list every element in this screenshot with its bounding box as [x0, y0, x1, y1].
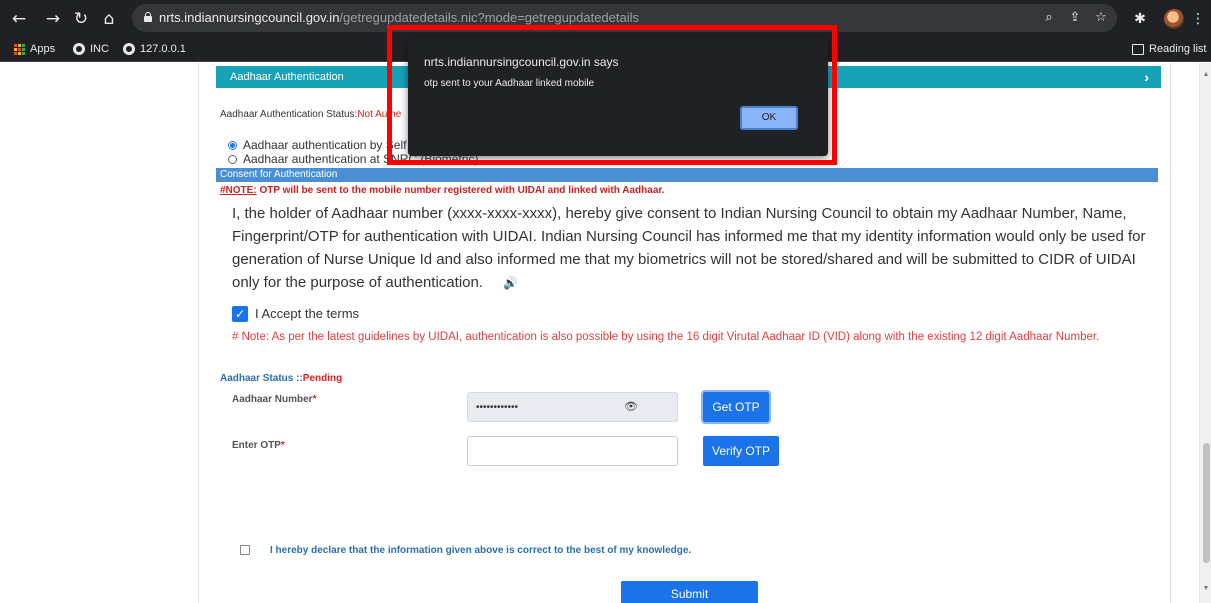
- otp-note: #NOTE: OTP will be sent to the mobile nu…: [220, 185, 665, 196]
- required-mark: *: [312, 394, 317, 405]
- aadhaar-number-input[interactable]: •••••••••••• 👁: [467, 392, 678, 422]
- reload-icon[interactable]: ↻: [70, 8, 92, 30]
- aadhaar-status-value: Pending: [302, 373, 343, 384]
- accept-terms-checkbox[interactable]: ✓: [232, 306, 248, 322]
- aadhaar-status: Aadhaar Status ::Pending: [220, 373, 342, 384]
- highlight-annotation-box: [387, 25, 837, 165]
- home-icon[interactable]: ⌂: [98, 8, 120, 30]
- globe-icon: [123, 43, 135, 55]
- bookmark-localhost[interactable]: 127.0.0.1: [123, 43, 186, 55]
- radio-button[interactable]: [228, 140, 237, 150]
- submit-button[interactable]: Submit: [621, 581, 758, 603]
- bookmark-label: Apps: [30, 43, 56, 55]
- consent-body: I, the holder of Aadhaar number (xxxx-xx…: [232, 205, 1146, 291]
- profile-avatar[interactable]: [1164, 9, 1184, 29]
- required-mark: *: [280, 440, 285, 451]
- page-scrollbar[interactable]: ▲ ▼: [1199, 63, 1211, 603]
- share-icon[interactable]: ⇪: [1066, 9, 1084, 27]
- auth-status: Aadhaar Authentication Status:Not Authe: [220, 109, 401, 120]
- back-icon[interactable]: ←: [8, 8, 30, 30]
- radio-button[interactable]: [228, 154, 237, 164]
- label-text: Enter OTP: [232, 440, 281, 451]
- otp-input[interactable]: [467, 436, 678, 466]
- declaration-checkbox[interactable]: [240, 545, 250, 555]
- declaration-label: I hereby declare that the information gi…: [270, 545, 692, 556]
- url-path: /getregupdatedetails.nic?mode=getregupda…: [339, 10, 640, 25]
- reading-list-label: Reading list: [1149, 43, 1207, 55]
- bookmark-apps[interactable]: Apps: [14, 43, 55, 55]
- bookmark-label: 127.0.0.1: [140, 43, 186, 55]
- get-otp-button[interactable]: Get OTP: [701, 390, 771, 424]
- menu-icon[interactable]: ⋮: [1188, 9, 1208, 29]
- masked-value: ••••••••••••: [476, 402, 519, 413]
- scroll-up-icon[interactable]: ▲: [1202, 71, 1210, 79]
- forward-icon[interactable]: →: [42, 8, 64, 30]
- aadhaar-status-label: Aadhaar Status ::: [220, 373, 303, 384]
- bookmark-star-icon[interactable]: ☆: [1092, 9, 1110, 27]
- note-text: OTP will be sent to the mobile number re…: [256, 185, 665, 196]
- content-border-left: [198, 63, 199, 603]
- aadhaar-number-label: Aadhaar Number*: [232, 394, 316, 405]
- url-host: nrts.indiannursingcouncil.gov.in: [159, 10, 340, 25]
- apps-grid-icon: [14, 43, 25, 55]
- auth-status-label: Aadhaar Authentication Status:: [220, 109, 358, 120]
- enter-otp-label: Enter OTP*: [232, 440, 285, 451]
- label-text: Aadhaar Number: [232, 394, 313, 405]
- verify-otp-button[interactable]: Verify OTP: [703, 436, 779, 466]
- bookmark-inc[interactable]: INC: [73, 43, 109, 55]
- consent-paragraph: I, the holder of Aadhaar number (xxxx-xx…: [232, 202, 1147, 295]
- url-text: nrts.indiannursingcouncil.gov.in/getregu…: [159, 10, 639, 25]
- reading-list-icon: [1132, 43, 1144, 55]
- note-prefix: #NOTE:: [220, 185, 257, 196]
- eye-slash-icon[interactable]: 👁: [624, 400, 638, 413]
- globe-icon: [73, 43, 85, 55]
- scroll-down-icon[interactable]: ▼: [1202, 585, 1210, 593]
- section-title: Aadhaar Authentication: [230, 71, 344, 83]
- extensions-icon[interactable]: ✱: [1130, 9, 1150, 29]
- reading-list[interactable]: Reading list: [1132, 43, 1206, 55]
- scroll-thumb[interactable]: [1203, 443, 1210, 563]
- accept-terms-label: I Accept the terms: [255, 306, 360, 321]
- consent-header: Consent for Authentication: [216, 168, 1158, 182]
- speaker-icon[interactable]: 🔊: [503, 276, 518, 290]
- lock-icon: [144, 12, 152, 23]
- content-border-right: [1170, 63, 1171, 603]
- vid-note: # Note: As per the latest guidelines by …: [232, 331, 1100, 343]
- zoom-search-icon[interactable]: ⌕: [1040, 9, 1058, 27]
- chevron-right-icon: ›: [1144, 69, 1149, 85]
- bookmark-label: INC: [90, 43, 109, 55]
